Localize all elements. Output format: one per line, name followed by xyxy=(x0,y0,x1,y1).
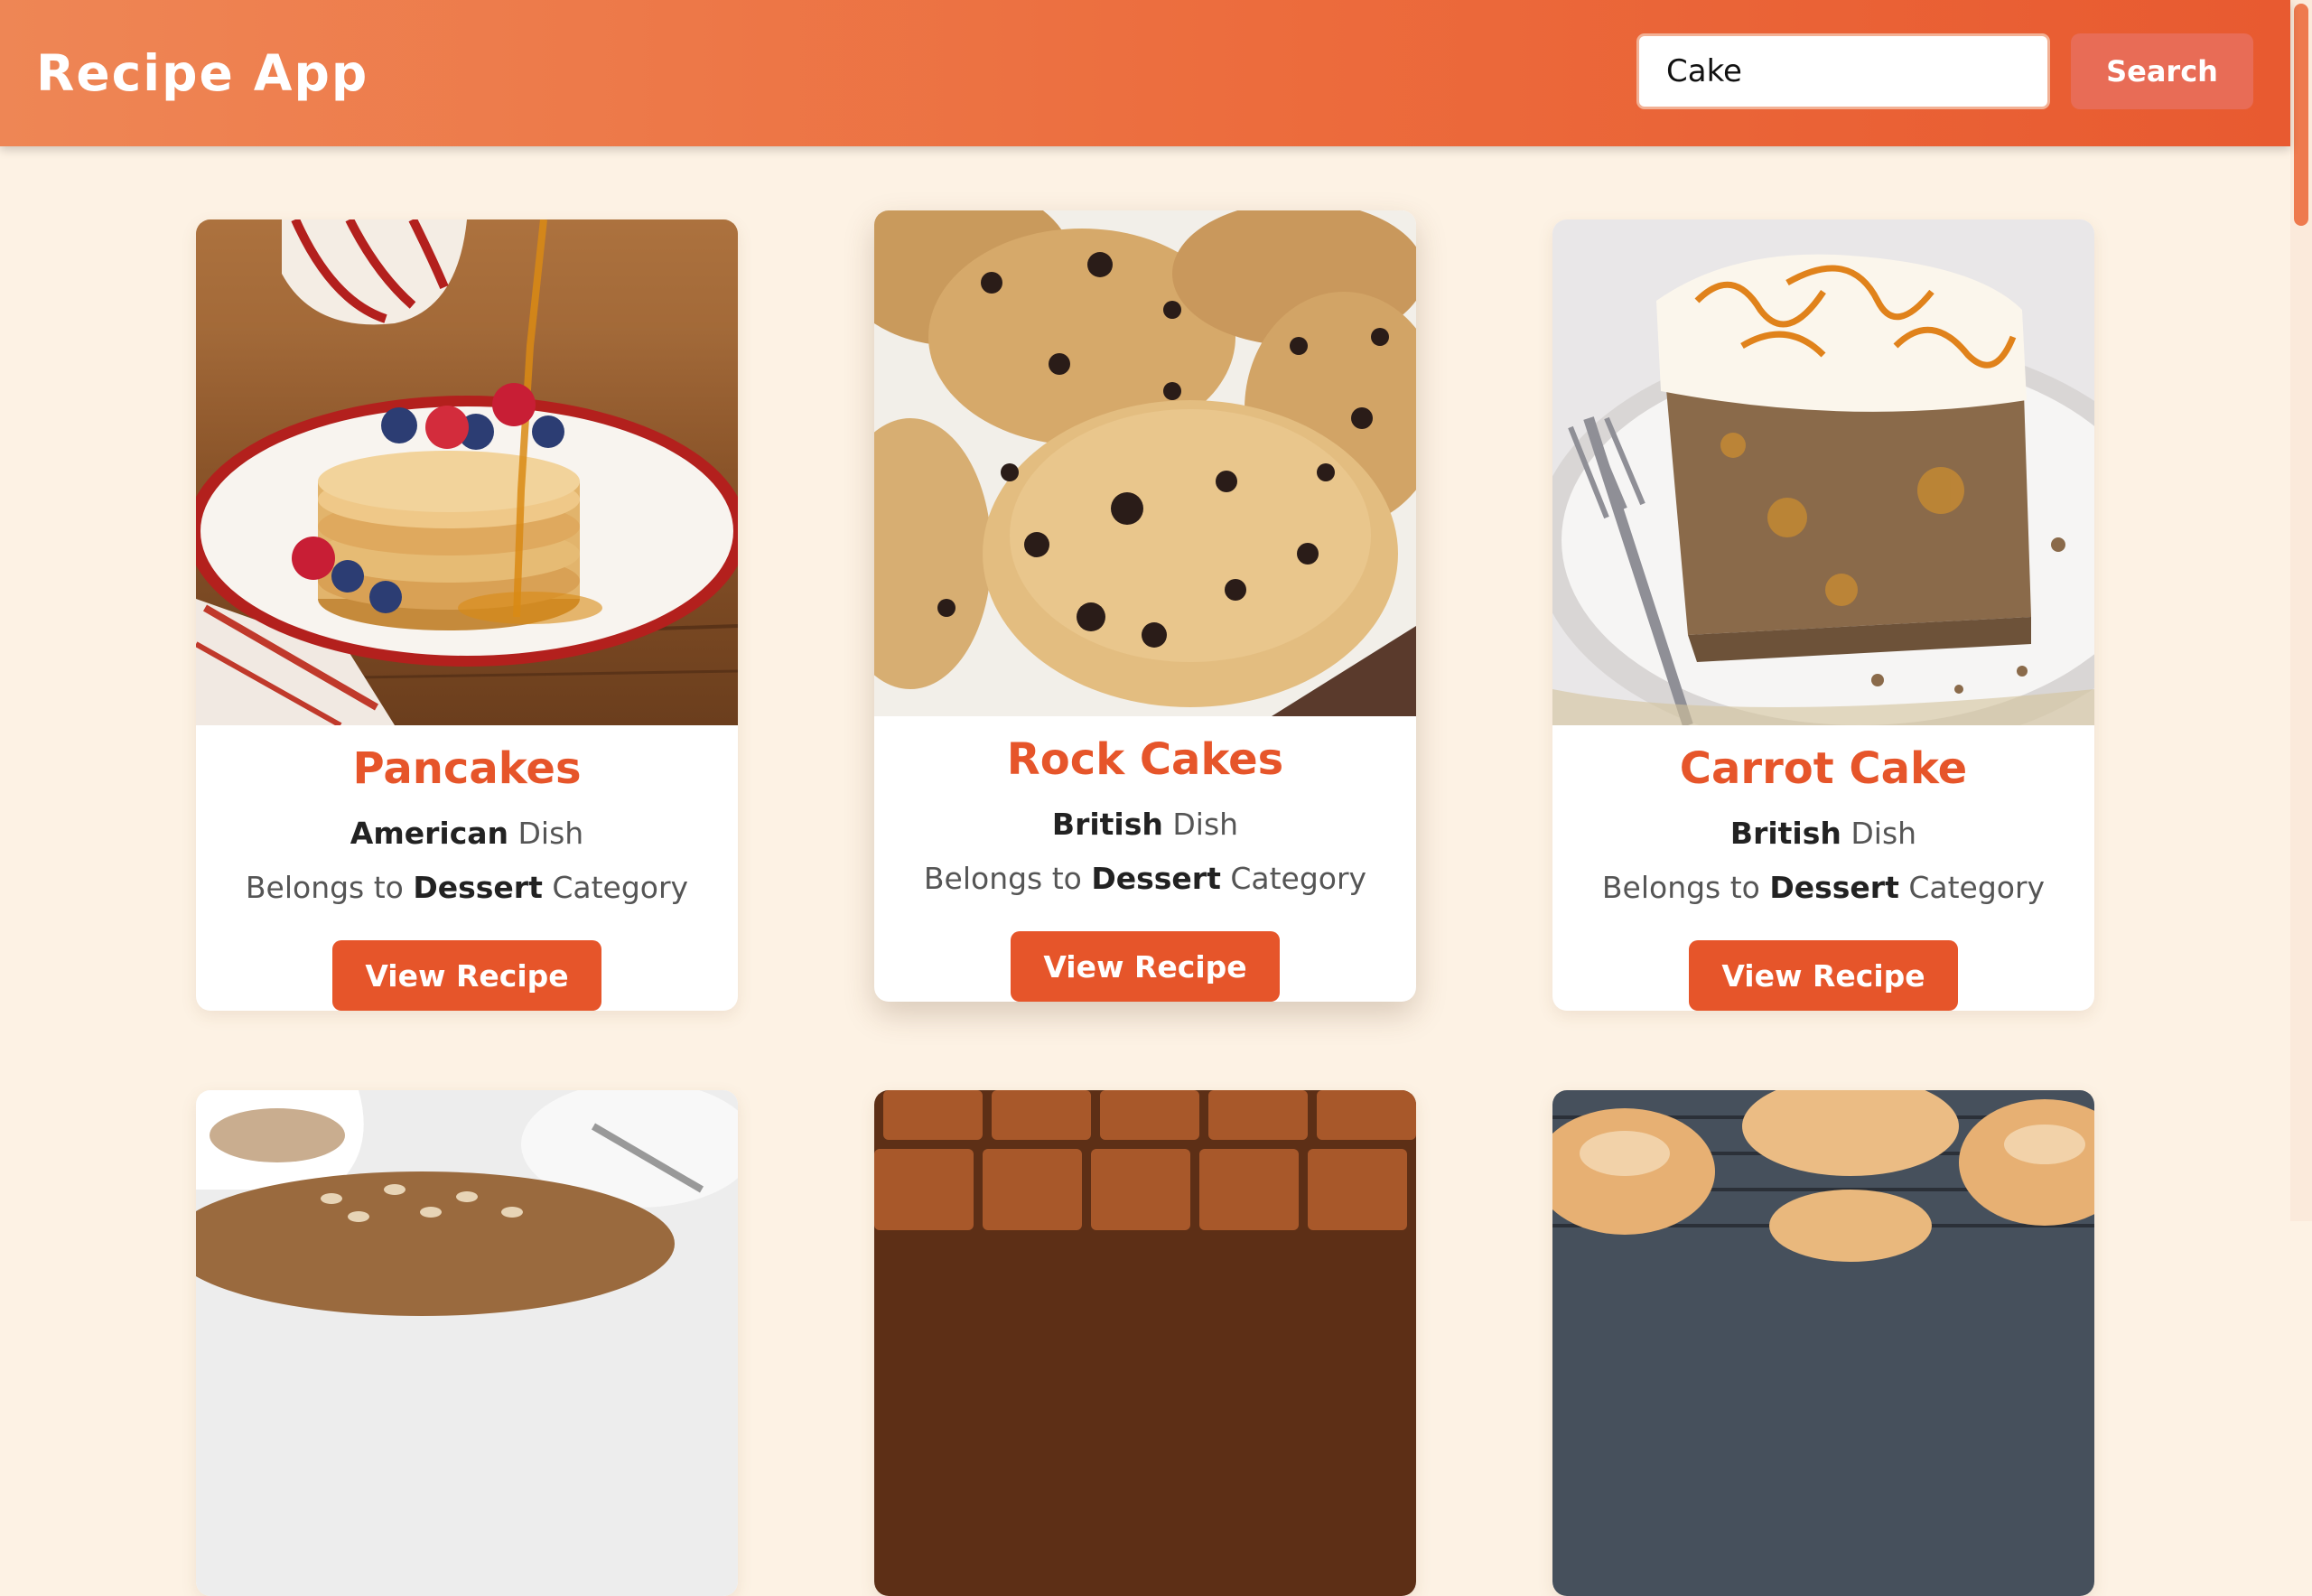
glazed-buns-photo xyxy=(1552,1090,2094,1596)
category-prefix: Belongs to xyxy=(245,870,414,905)
recipe-title: Pancakes xyxy=(352,743,582,794)
recipe-area: American Dish xyxy=(196,816,738,852)
area-suffix: Dish xyxy=(1841,816,1917,851)
recipe-card xyxy=(874,1090,1416,1596)
view-recipe-button[interactable]: View Recipe xyxy=(1689,940,1958,1011)
category-name: Dessert xyxy=(413,870,543,905)
recipe-card: Pancakes American Dish Belongs to Desser… xyxy=(196,219,738,1011)
recipe-category: Belongs to Dessert Category xyxy=(1552,870,2094,906)
area-name: British xyxy=(1051,807,1163,842)
scrollbar-thumb[interactable] xyxy=(2294,4,2308,226)
area-name: British xyxy=(1729,816,1841,851)
category-name: Dessert xyxy=(1769,870,1899,905)
area-name: American xyxy=(350,816,509,851)
search-button[interactable]: Search xyxy=(2071,33,2253,109)
recipe-title: Carrot Cake xyxy=(1679,743,1968,794)
recipe-card xyxy=(1552,1090,2094,1596)
recipe-card xyxy=(196,1090,738,1596)
recipe-category: Belongs to Dessert Category xyxy=(196,870,738,906)
app-header: Recipe App Search xyxy=(0,0,2290,146)
category-prefix: Belongs to xyxy=(1601,870,1770,905)
pancakes-photo xyxy=(196,219,738,725)
recipe-card: Rock Cakes British Dish Belongs to Desse… xyxy=(874,210,1416,1002)
category-prefix: Belongs to xyxy=(923,861,1092,896)
area-suffix: Dish xyxy=(508,816,584,851)
rock-cakes-photo xyxy=(874,210,1416,716)
recipe-area: British Dish xyxy=(1552,816,2094,852)
view-recipe-button[interactable]: View Recipe xyxy=(332,940,601,1011)
recipe-card: Carrot Cake British Dish Belongs to Dess… xyxy=(1552,219,2094,1011)
category-suffix: Category xyxy=(1220,861,1367,896)
brownie-squares-photo xyxy=(874,1090,1416,1596)
area-suffix: Dish xyxy=(1162,807,1239,842)
recipe-area: British Dish xyxy=(874,807,1416,843)
recipe-title: Rock Cakes xyxy=(1006,734,1284,785)
recipe-category: Belongs to Dessert Category xyxy=(874,861,1416,897)
page-scrollbar[interactable] xyxy=(2290,0,2312,1221)
category-suffix: Category xyxy=(542,870,689,905)
view-recipe-button[interactable]: View Recipe xyxy=(1011,931,1280,1002)
search-input[interactable] xyxy=(1636,33,2050,109)
category-name: Dessert xyxy=(1091,861,1221,896)
app-title: Recipe App xyxy=(36,44,369,102)
category-suffix: Category xyxy=(1898,870,2046,905)
nut-cake-photo xyxy=(196,1090,738,1596)
carrot-cake-photo xyxy=(1552,219,2094,725)
